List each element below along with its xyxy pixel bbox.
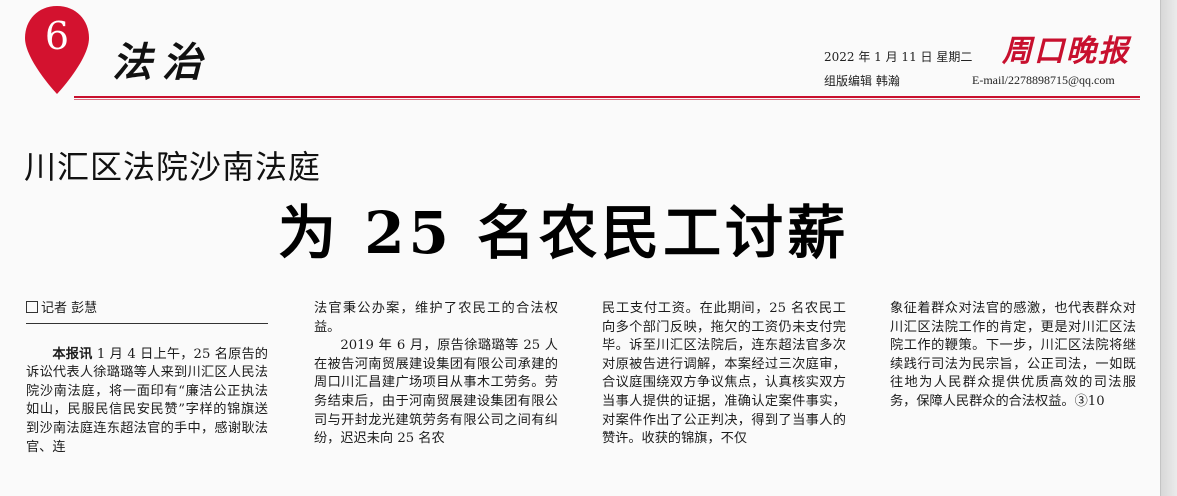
header-divider-thin bbox=[74, 99, 1140, 100]
byline: 记者 彭慧 bbox=[26, 300, 268, 324]
article-column-1: 记者 彭慧 本报讯 1 月 4 日上午，25 名原告的诉讼代表人徐璐璐等人来到川… bbox=[26, 300, 268, 457]
article-column-4: 象征着群众对法官的感激，也代表群众对川汇区法院工作的肯定，更是对川汇区法院工作的… bbox=[890, 300, 1136, 412]
layout-editor: 组版编辑 韩瀚 bbox=[824, 74, 900, 88]
lead-label: 本报讯 bbox=[52, 346, 93, 362]
article-column-3: 民工支付工资。在此期间，25 名农民工向多个部门反映，拖欠的工资仍未支付完毕。诉… bbox=[602, 300, 846, 449]
section-number-badge: 6 bbox=[22, 4, 92, 96]
article-paragraph: 本报讯 1 月 4 日上午，25 名原告的诉讼代表人徐璐璐等人来到川汇区人民法院… bbox=[26, 346, 268, 458]
header-divider bbox=[74, 96, 1140, 98]
byline-text: 记者 彭慧 bbox=[41, 301, 98, 316]
article-kicker: 川汇区法院沙南法庭 bbox=[24, 148, 322, 186]
newspaper-logo: 周口晚报 bbox=[1002, 34, 1130, 69]
newspaper-page: 6 法治 2022 年 1 月 11 日 星期二 周口晚报 组版编辑 韩瀚 E-… bbox=[0, 0, 1160, 496]
article-column-2: 法官秉公办案，维护了农民工的合法权益。 2019 年 6 月，原告徐璐璐等 25… bbox=[314, 300, 558, 449]
contact-email: E-mail/2278898715@qq.com bbox=[972, 73, 1115, 87]
article-paragraph: 2019 年 6 月，原告徐璐璐等 25 人在被告河南贸展建设集团有限公司承建的… bbox=[314, 338, 558, 447]
article-paragraph: 民工支付工资。在此期间，25 名农民工向多个部门反映，拖欠的工资仍未支付完毕。诉… bbox=[602, 301, 846, 447]
section-number: 6 bbox=[44, 14, 70, 58]
issue-date: 2022 年 1 月 11 日 星期二 bbox=[824, 50, 973, 64]
article-paragraph: 象征着群众对法官的感激，也代表群众对川汇区法院工作的肯定，更是对川汇区法院工作的… bbox=[890, 301, 1136, 409]
article-paragraph: 法官秉公办案，维护了农民工的合法权益。 bbox=[314, 301, 558, 335]
square-icon bbox=[26, 301, 38, 313]
paragraph-text: 1 月 4 日上午，25 名原告的诉讼代表人徐璐璐等人来到川汇区人民法院沙南法庭… bbox=[26, 346, 268, 455]
article-headline: 为 25 名农民工讨薪 bbox=[278, 199, 850, 267]
section-title: 法治 bbox=[112, 39, 212, 86]
page-edge bbox=[1160, 0, 1177, 496]
